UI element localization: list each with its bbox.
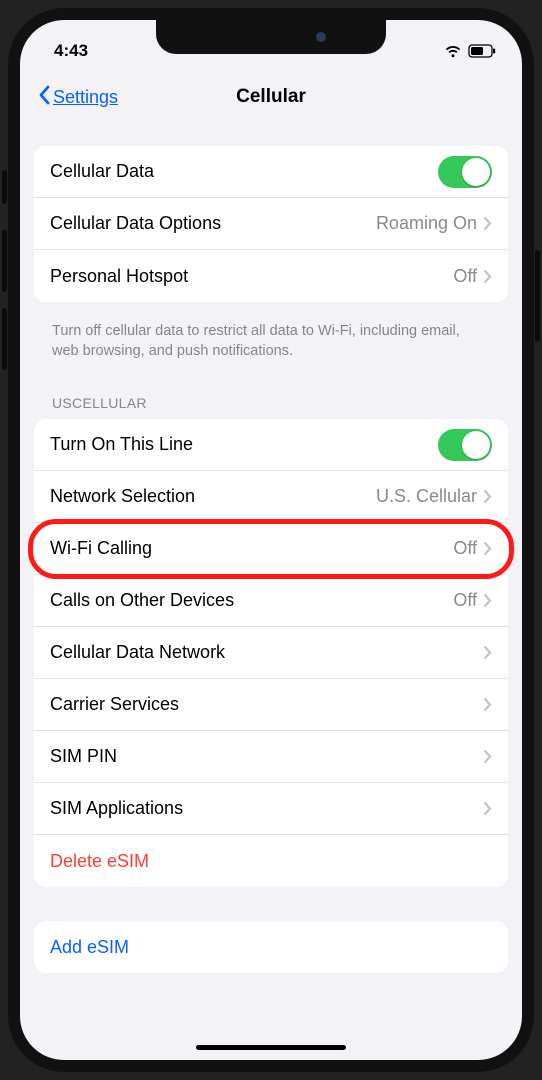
carrier-section-header: USCELLULAR (34, 381, 508, 419)
turn-on-line-toggle[interactable] (438, 429, 492, 461)
home-indicator[interactable] (196, 1045, 346, 1050)
turn-on-line-row[interactable]: Turn On This Line (34, 419, 508, 471)
wifi-calling-label: Wi-Fi Calling (50, 538, 453, 559)
cellular-data-toggle[interactable] (438, 156, 492, 188)
network-selection-value: U.S. Cellular (376, 486, 477, 507)
sim-pin-label: SIM PIN (50, 746, 483, 767)
wifi-icon (444, 44, 462, 58)
battery-icon (468, 44, 496, 58)
cellular-data-options-row[interactable]: Cellular Data Options Roaming On (34, 198, 508, 250)
sim-pin-row[interactable]: SIM PIN (34, 731, 508, 783)
sim-applications-label: SIM Applications (50, 798, 483, 819)
content: Cellular Data Cellular Data Options Roam… (20, 126, 522, 973)
chevron-right-icon (483, 216, 492, 231)
personal-hotspot-value: Off (453, 266, 477, 287)
personal-hotspot-label: Personal Hotspot (50, 266, 453, 287)
screen: 4:43 Settings Cellular (20, 20, 522, 1060)
status-time: 4:43 (54, 41, 88, 61)
turn-on-line-label: Turn On This Line (50, 434, 438, 455)
chevron-right-icon (483, 801, 492, 816)
calls-other-devices-label: Calls on Other Devices (50, 590, 453, 611)
chevron-right-icon (483, 697, 492, 712)
calls-other-devices-value: Off (453, 590, 477, 611)
chevron-right-icon (483, 645, 492, 660)
group-carrier: Turn On This Line Network Selection U.S.… (34, 419, 508, 887)
wifi-calling-row[interactable]: Wi-Fi Calling Off (34, 523, 508, 575)
cellular-data-label: Cellular Data (50, 161, 438, 182)
add-esim-label: Add eSIM (50, 937, 492, 958)
network-selection-label: Network Selection (50, 486, 376, 507)
calls-other-devices-row[interactable]: Calls on Other Devices Off (34, 575, 508, 627)
chevron-left-icon (38, 85, 51, 110)
carrier-services-label: Carrier Services (50, 694, 483, 715)
carrier-services-row[interactable]: Carrier Services (34, 679, 508, 731)
cellular-data-row[interactable]: Cellular Data (34, 146, 508, 198)
network-selection-row[interactable]: Network Selection U.S. Cellular (34, 471, 508, 523)
back-button[interactable]: Settings (38, 85, 118, 110)
page-title: Cellular (236, 86, 306, 108)
chevron-right-icon (483, 749, 492, 764)
cellular-data-network-row[interactable]: Cellular Data Network (34, 627, 508, 679)
group-add-esim: Add eSIM (34, 921, 508, 973)
group-footer-note: Turn off cellular data to restrict all d… (34, 312, 508, 381)
chevron-right-icon (483, 541, 492, 556)
back-label: Settings (53, 87, 118, 108)
sim-applications-row[interactable]: SIM Applications (34, 783, 508, 835)
notch (156, 20, 386, 54)
delete-esim-label: Delete eSIM (50, 851, 492, 872)
chevron-right-icon (483, 269, 492, 284)
group-cellular: Cellular Data Cellular Data Options Roam… (34, 146, 508, 302)
personal-hotspot-row[interactable]: Personal Hotspot Off (34, 250, 508, 302)
delete-esim-row[interactable]: Delete eSIM (34, 835, 508, 887)
cellular-data-options-value: Roaming On (376, 213, 477, 234)
cellular-data-network-label: Cellular Data Network (50, 642, 483, 663)
wifi-calling-value: Off (453, 538, 477, 559)
chevron-right-icon (483, 593, 492, 608)
phone-frame: 4:43 Settings Cellular (8, 8, 534, 1072)
add-esim-row[interactable]: Add eSIM (34, 921, 508, 973)
nav-bar: Settings Cellular (20, 68, 522, 126)
cellular-data-options-label: Cellular Data Options (50, 213, 376, 234)
chevron-right-icon (483, 489, 492, 504)
